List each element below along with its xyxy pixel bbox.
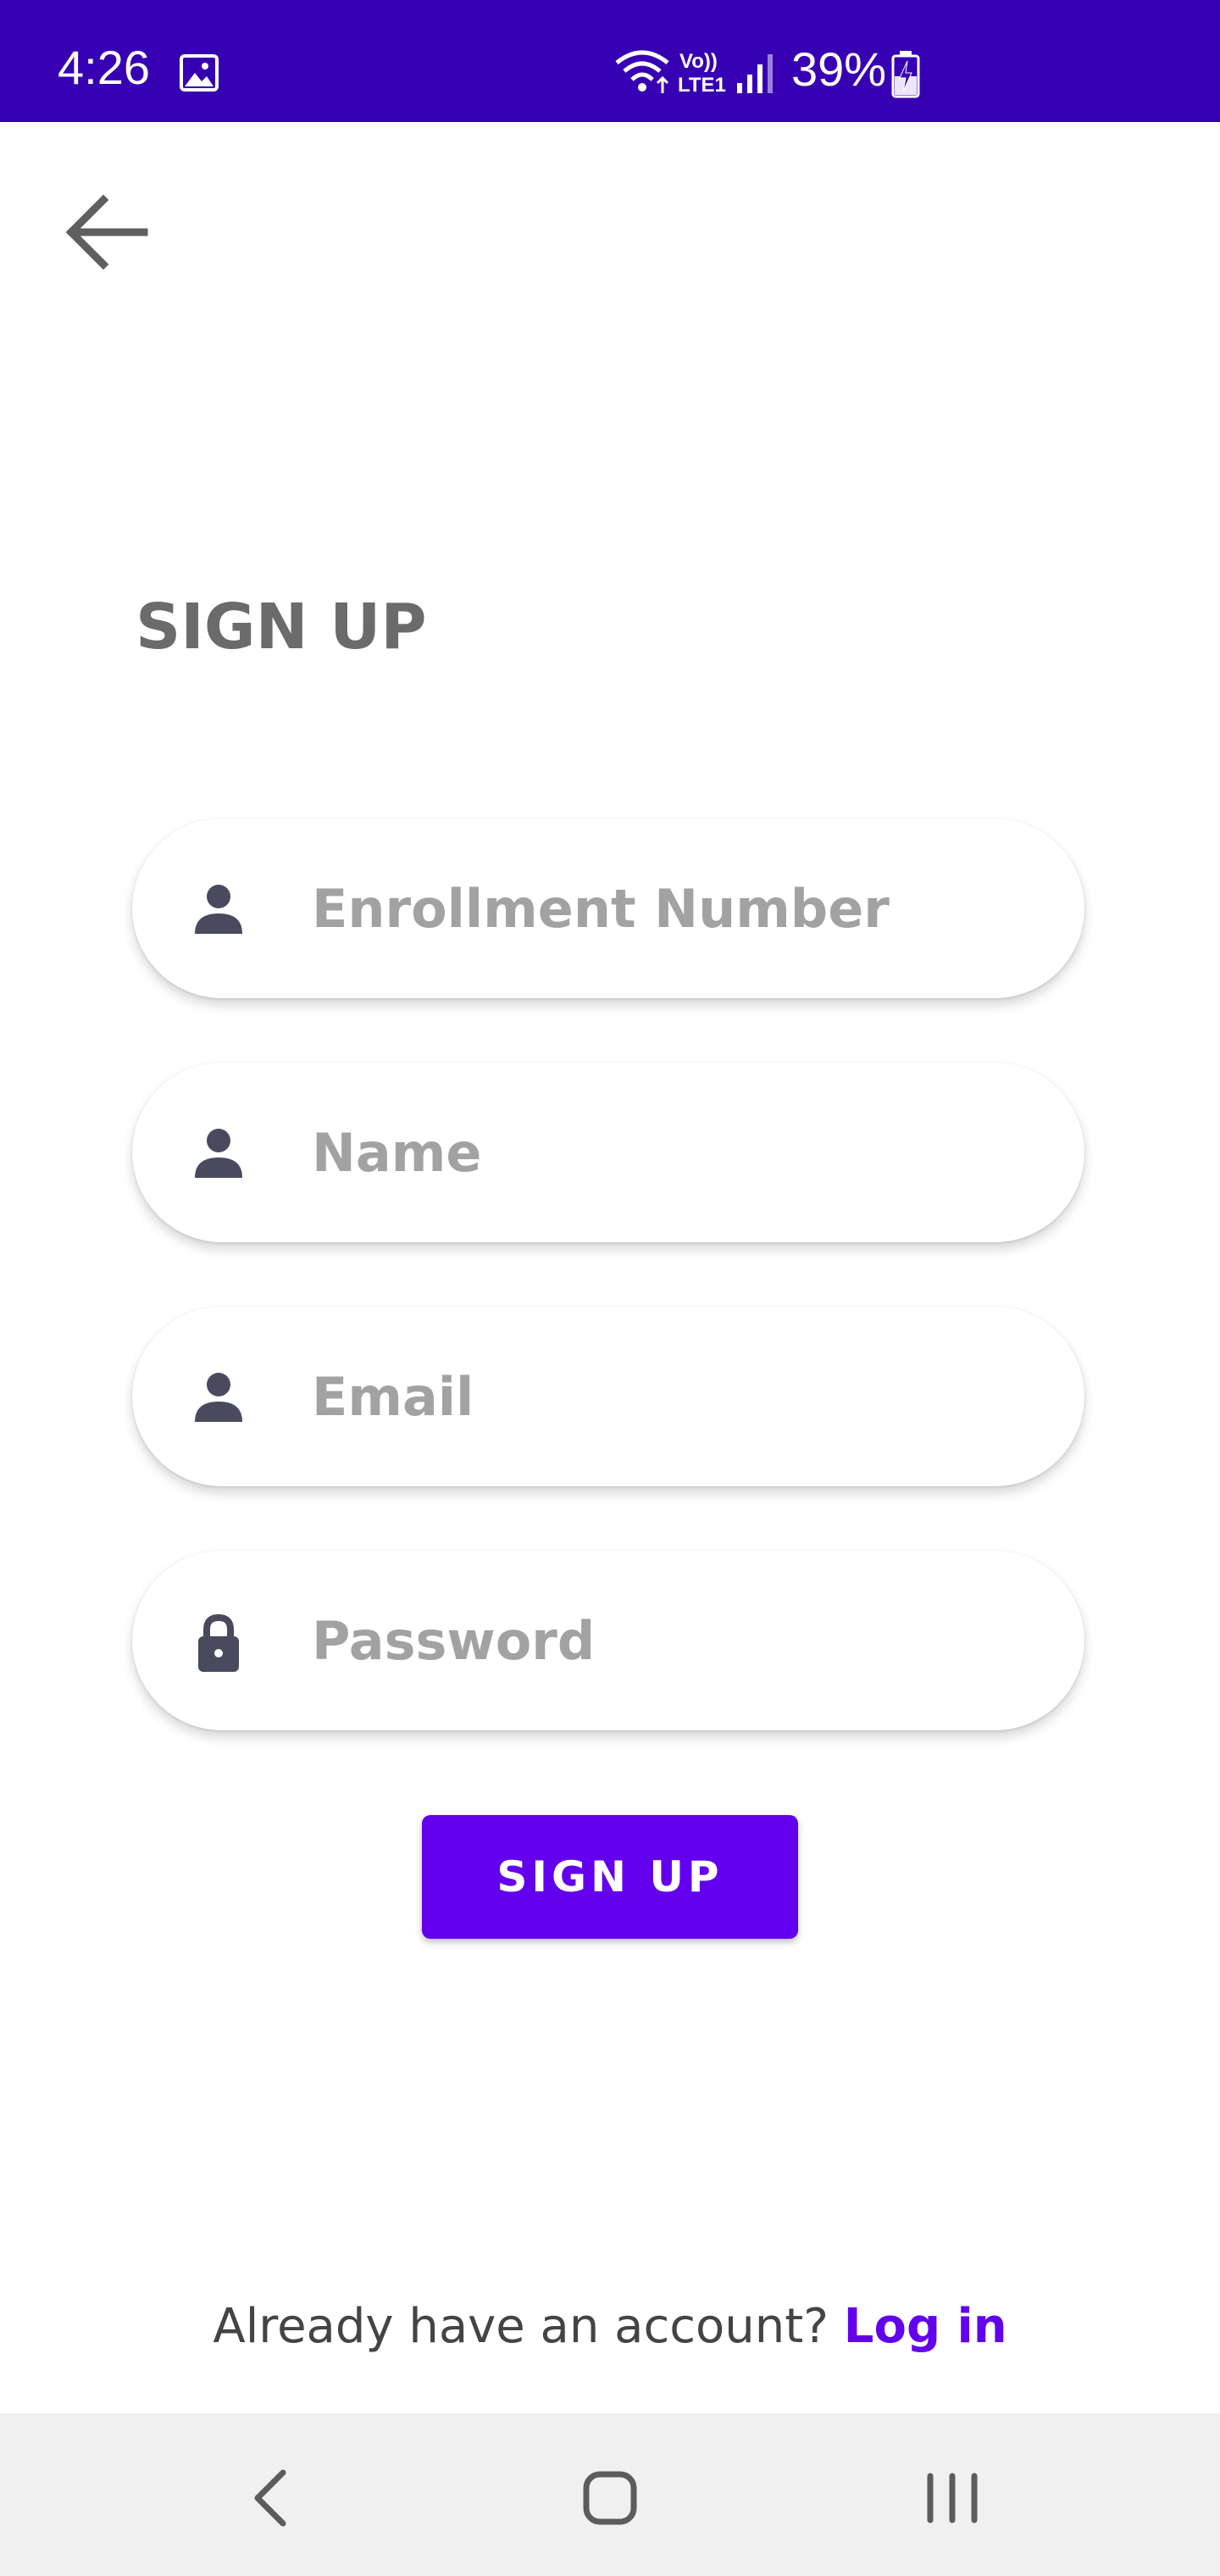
wifi-icon [615, 50, 669, 93]
nav-back-button[interactable] [220, 2447, 322, 2549]
email-field[interactable] [132, 1307, 1084, 1486]
back-button[interactable] [59, 183, 158, 281]
gallery-icon [180, 54, 219, 92]
svg-text:Vo)): Vo)) [679, 50, 718, 73]
lock-icon [198, 1613, 239, 1672]
battery-charging-icon [891, 51, 920, 98]
enrollment-number-field[interactable] [132, 819, 1084, 998]
nav-recents-button[interactable] [901, 2447, 1003, 2549]
login-prompt: Already have an account? Log in [0, 2293, 1220, 2361]
nav-home-button[interactable] [559, 2447, 661, 2549]
person-icon [195, 1129, 242, 1178]
status-time: 4:26 [58, 41, 150, 94]
name-field[interactable] [132, 1063, 1084, 1242]
battery-percent: 39% [791, 42, 887, 96]
status-bar: 4:26 Vo)) LTE1 39% [0, 0, 1220, 122]
nav-home-icon [583, 2471, 637, 2525]
svg-text:LTE1: LTE1 [678, 74, 726, 95]
signal-icon [737, 54, 773, 93]
name-input[interactable] [312, 1093, 1040, 1212]
sign-up-button[interactable]: SIGN UP [422, 1815, 798, 1939]
volte-icon: Vo)) LTE1 [678, 50, 726, 95]
nav-recents-icon [927, 2473, 978, 2523]
page-title: SIGN UP [136, 591, 427, 663]
nav-back-icon [254, 2469, 286, 2527]
navigation-bar [0, 2413, 1220, 2576]
enrollment-number-input[interactable] [312, 849, 1040, 968]
password-field[interactable] [132, 1551, 1084, 1730]
login-prompt-text: Already have an account? [213, 2299, 829, 2354]
login-link[interactable]: Log in [844, 2299, 1007, 2354]
person-icon [195, 885, 242, 934]
email-input[interactable] [312, 1337, 1040, 1456]
person-icon [195, 1373, 242, 1422]
arrow-left-icon [65, 194, 148, 270]
password-input[interactable] [312, 1581, 1040, 1700]
